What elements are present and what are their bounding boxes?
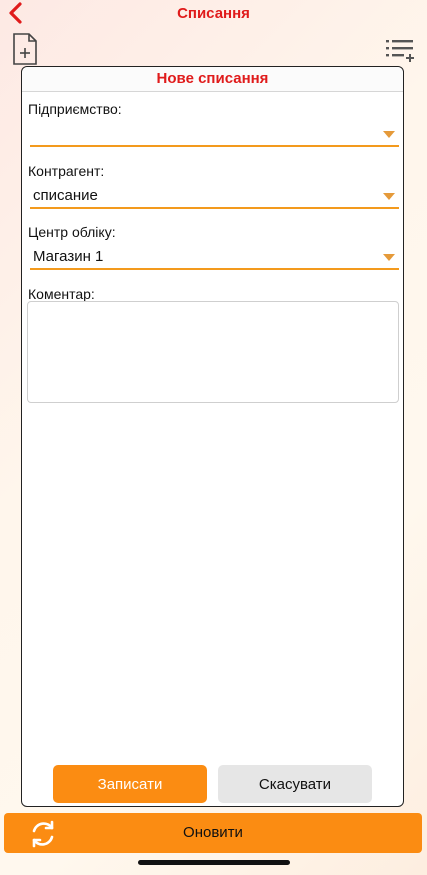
- enterprise-select[interactable]: [30, 123, 399, 147]
- counterparty-value: списание: [33, 187, 98, 204]
- dropdown-caret-icon: [383, 131, 395, 138]
- cancel-button[interactable]: Скасувати: [218, 765, 372, 803]
- comment-label: Коментар:: [28, 286, 95, 302]
- account-center-label: Центр обліку:: [28, 224, 116, 240]
- dropdown-caret-icon: [383, 254, 395, 261]
- new-writeoff-form: Нове списання Підприємство: Контрагент: …: [21, 66, 404, 807]
- list-add-icon[interactable]: [385, 38, 415, 64]
- page-title: Списання: [177, 5, 250, 22]
- home-indicator: [138, 860, 290, 865]
- account-center-select[interactable]: Магазин 1: [30, 246, 399, 270]
- top-bar: Списання: [0, 0, 427, 28]
- new-document-icon[interactable]: [12, 33, 38, 65]
- dropdown-caret-icon: [383, 193, 395, 200]
- counterparty-select[interactable]: списание: [30, 185, 399, 209]
- account-center-value: Магазин 1: [33, 248, 104, 265]
- comment-textarea[interactable]: [27, 301, 399, 403]
- counterparty-label: Контрагент:: [28, 163, 105, 179]
- refresh-label: Оновити: [183, 824, 243, 841]
- form-title: Нове списання: [22, 67, 403, 92]
- refresh-button[interactable]: Оновити: [4, 813, 422, 853]
- enterprise-label: Підприємство:: [28, 101, 122, 117]
- save-button[interactable]: Записати: [53, 765, 207, 803]
